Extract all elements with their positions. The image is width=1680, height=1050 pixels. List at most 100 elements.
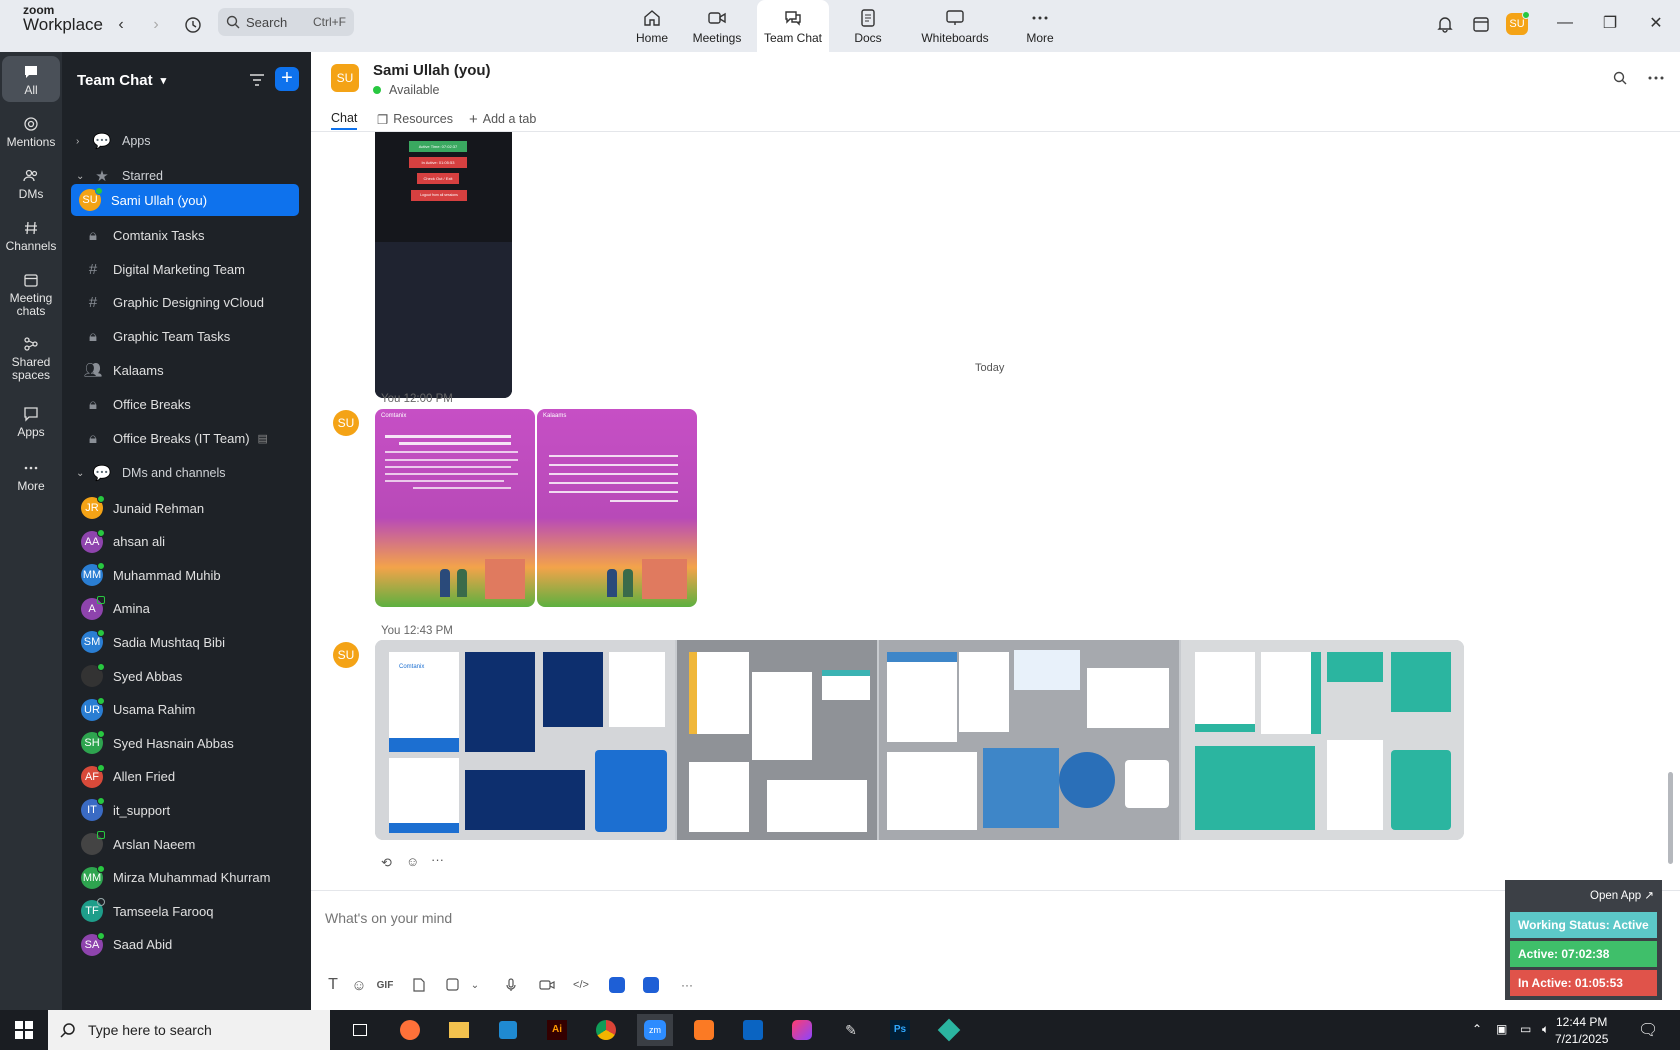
vscode-icon[interactable] xyxy=(490,1014,526,1046)
app-shortcut-icon[interactable] xyxy=(605,973,629,997)
network-icon[interactable]: ▭ xyxy=(1520,1022,1531,1036)
windows-start-icon[interactable] xyxy=(6,1014,42,1046)
filter-icon[interactable] xyxy=(245,68,269,92)
sidebar-item-digital-marketing[interactable]: # Digital Marketing Team xyxy=(76,253,299,285)
section-dms[interactable]: ⌄ 💬 DMs and channels xyxy=(76,457,299,489)
dm-list-item[interactable]: MM Mirza Muhammad Khurram xyxy=(76,862,299,894)
app-diamond-icon[interactable] xyxy=(931,1014,967,1046)
dm-list-item[interactable]: JR Junaid Rehman xyxy=(76,492,299,524)
firefox-icon[interactable] xyxy=(392,1014,428,1046)
gif-icon[interactable]: GIF xyxy=(373,973,397,997)
profile-avatar[interactable]: SU xyxy=(1506,11,1530,35)
rail-dms[interactable]: DMs xyxy=(2,162,60,208)
new-chat-button[interactable]: + xyxy=(275,67,299,91)
file-icon[interactable] xyxy=(407,973,431,997)
section-apps[interactable]: › 💬 Apps xyxy=(76,125,299,157)
more-tools-icon[interactable]: ··· xyxy=(675,973,699,997)
video-message-icon[interactable] xyxy=(535,973,559,997)
dm-list-item[interactable]: SM Sadia Mushtaq Bibi xyxy=(76,626,299,658)
tab-docs[interactable]: Docs xyxy=(838,0,898,52)
search-input[interactable]: Search Ctrl+F xyxy=(218,8,354,36)
sidebar-item-sami-ullah[interactable]: SU Sami Ullah (you) xyxy=(71,184,299,216)
sidebar-item-kalaams[interactable]: 👥︎ Kalaams xyxy=(76,354,299,386)
volume-icon[interactable]: 🔈︎ xyxy=(1542,1022,1549,1037)
tab-meetings[interactable]: Meetings xyxy=(687,0,747,52)
tab-home[interactable]: Home xyxy=(622,0,682,52)
dm-list-item[interactable]: UR Usama Rahim xyxy=(76,694,299,726)
microphone-icon[interactable] xyxy=(499,973,523,997)
calendar-icon[interactable] xyxy=(1467,10,1495,38)
dm-list-item[interactable]: AA ahsan ali xyxy=(76,526,299,558)
taskbar-search[interactable]: Type here to search xyxy=(48,1010,330,1050)
rail-apps[interactable]: Apps xyxy=(2,400,60,446)
more-options-icon[interactable] xyxy=(1644,66,1668,90)
history-icon[interactable] xyxy=(180,12,206,38)
dm-list-item[interactable]: AF Allen Fried xyxy=(76,761,299,793)
more-actions-icon[interactable]: ··· xyxy=(431,852,444,867)
scrollbar[interactable] xyxy=(1668,772,1673,864)
message-input[interactable] xyxy=(325,901,1405,935)
shared-screenshot-image[interactable]: Active Time: 07:02:37 In Active: 01:05:5… xyxy=(375,132,512,398)
open-app-link[interactable]: Open App ↗ xyxy=(1590,888,1654,902)
kalaam-post-image[interactable]: Comtanix xyxy=(375,409,535,607)
rail-meeting-chats[interactable]: Meeting chats xyxy=(2,266,60,322)
search-icon[interactable] xyxy=(1608,66,1632,90)
tab-team-chat[interactable]: Team Chat xyxy=(757,0,829,52)
sidebar-title[interactable]: Team Chat ▾ xyxy=(77,72,166,89)
illustrator-icon[interactable]: Ai xyxy=(539,1014,575,1046)
tab-resources[interactable]: ❐ Resources xyxy=(377,108,453,130)
text-format-icon[interactable]: T xyxy=(321,973,345,997)
emoji-icon[interactable]: ☺ xyxy=(347,973,371,997)
close-icon[interactable]: ✕ xyxy=(1636,10,1676,36)
code-snippet-icon[interactable]: </> xyxy=(569,973,593,997)
restore-icon[interactable]: ❐ xyxy=(1590,10,1630,36)
sidebar-item-graphic-designing[interactable]: # Graphic Designing vCloud xyxy=(76,286,299,318)
sidebar-item-office-breaks[interactable]: 🔒︎ Office Breaks xyxy=(76,388,299,420)
sidebar-item-graphic-team-tasks[interactable]: 🔒︎ Graphic Team Tasks xyxy=(76,320,299,352)
rail-mentions[interactable]: Mentions xyxy=(2,110,60,156)
rail-shared-spaces[interactable]: Shared spaces xyxy=(2,330,60,386)
file-explorer-icon[interactable] xyxy=(441,1014,477,1046)
xampp-icon[interactable] xyxy=(686,1014,722,1046)
app-shortcut-icon[interactable] xyxy=(639,973,663,997)
rail-channels[interactable]: Channels xyxy=(2,214,60,260)
gallery-image-gold-stationery[interactable] xyxy=(677,640,877,840)
tab-more[interactable]: More xyxy=(1012,0,1068,52)
reply-icon[interactable]: ⟲ xyxy=(381,855,392,871)
dm-list-item[interactable]: SH Syed Hasnain Abbas xyxy=(76,727,299,759)
tab-add[interactable]: + Add a tab xyxy=(469,108,536,130)
dm-list-item[interactable]: TF Tamseela Farooq xyxy=(76,895,299,927)
tab-chat[interactable]: Chat xyxy=(331,108,358,130)
chevron-up-icon[interactable]: ⌃ xyxy=(1472,1022,1482,1036)
rail-more[interactable]: More xyxy=(2,454,60,500)
zoom-taskbar-icon[interactable]: zm xyxy=(637,1014,673,1046)
dm-list-item[interactable]: SA Saad Abid xyxy=(76,929,299,961)
taskbar-clock[interactable]: 12:44 PM 7/21/2025 xyxy=(1555,1014,1608,1048)
chrome-icon[interactable] xyxy=(588,1014,624,1046)
screenshot-icon[interactable] xyxy=(441,973,465,997)
dm-list-item[interactable]: MM Muhammad Muhib xyxy=(76,559,299,591)
chevron-down-icon[interactable]: ⌄ xyxy=(463,973,487,997)
rail-all[interactable]: All xyxy=(2,56,60,102)
photoshop-icon[interactable]: Ps xyxy=(882,1014,918,1046)
back-arrow-icon[interactable]: ‹ xyxy=(108,12,134,38)
forward-arrow-icon[interactable]: › xyxy=(143,12,169,38)
minimize-icon[interactable]: — xyxy=(1545,10,1585,36)
emoji-reaction-icon[interactable]: ☺ xyxy=(406,854,419,869)
tray-app-icon[interactable]: ▣ xyxy=(1496,1022,1507,1036)
dm-list-item[interactable]: Syed Abbas xyxy=(76,660,299,692)
gallery-image-teal-stationery[interactable] xyxy=(1181,640,1464,840)
dm-list-item[interactable]: Arslan Naeem xyxy=(76,828,299,860)
kalaam-post-image[interactable]: Kalaams xyxy=(537,409,697,607)
dm-list-item[interactable]: A Amina xyxy=(76,593,299,625)
tab-whiteboards[interactable]: Whiteboards xyxy=(913,0,997,52)
creative-cloud-icon[interactable] xyxy=(784,1014,820,1046)
bell-icon[interactable] xyxy=(1431,10,1459,38)
task-view-icon[interactable] xyxy=(342,1014,378,1046)
sidebar-item-office-breaks-it[interactable]: 🔒︎ Office Breaks (IT Team) ▤ xyxy=(76,422,299,454)
dm-list-item[interactable]: IT it_support xyxy=(76,794,299,826)
notification-icon[interactable]: 🗨︎ xyxy=(1638,1020,1658,1040)
outlook-icon[interactable] xyxy=(735,1014,771,1046)
sidebar-item-comtanix-tasks[interactable]: 🔒︎ Comtanix Tasks xyxy=(76,219,299,251)
gallery-image-blue-stationery[interactable]: Comtanix xyxy=(375,640,675,840)
